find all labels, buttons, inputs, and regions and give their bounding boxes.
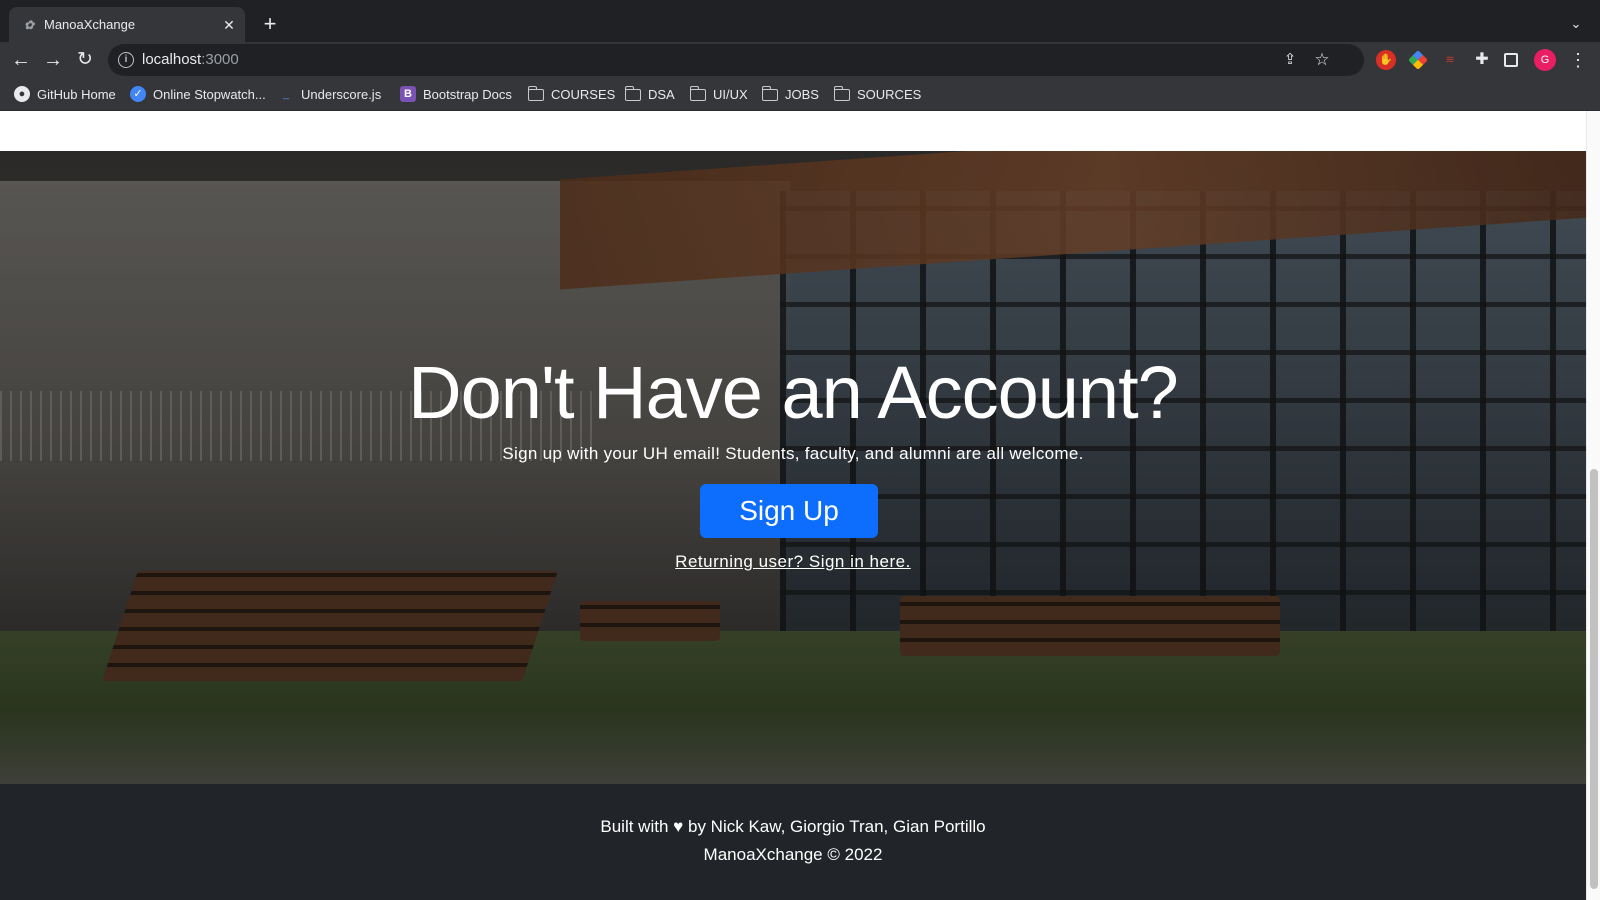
- hero-dark-overlay: [0, 151, 1586, 784]
- underscore-icon: _: [282, 88, 290, 100]
- bookmark-folder-uiux[interactable]: UI/UX: [689, 84, 748, 104]
- url-port: :3000: [201, 51, 239, 68]
- bookmark-label: DSA: [648, 86, 675, 102]
- address-url[interactable]: localhost:3000: [142, 51, 239, 69]
- side-panel-icon[interactable]: [1504, 53, 1518, 67]
- hero-subtitle: Sign up with your UH email! Students, fa…: [502, 444, 1084, 463]
- browser-tab-strip: ✿ ManoaXchange ✕ + ⌄: [0, 0, 1600, 42]
- heart-icon: ♥: [673, 817, 684, 836]
- folder-icon: [833, 86, 850, 101]
- new-tab-button[interactable]: +: [258, 12, 282, 36]
- page-viewport: Don't Have an Account? Sign up with your…: [0, 111, 1600, 900]
- bookmark-star-icon[interactable]: ☆: [1312, 50, 1332, 70]
- folder-icon: [527, 86, 544, 101]
- share-icon[interactable]: ⇪: [1280, 50, 1300, 70]
- page-scrollbar[interactable]: [1586, 111, 1600, 900]
- manoaxchange-favicon-icon: ✿: [23, 18, 35, 32]
- footer-credits: Built with ♥ by Nick Kaw, Giorgio Tran, …: [0, 816, 1586, 838]
- bookmark-folder-jobs[interactable]: JOBS: [761, 84, 819, 104]
- address-bar[interactable]: i localhost:3000 ⇪ ☆: [108, 44, 1364, 76]
- footer-built-with: Built with: [600, 817, 669, 836]
- tab-search-chevron-icon[interactable]: ⌄: [1566, 14, 1586, 34]
- bookmarks-bar: ● GitHub Home ✓ Online Stopwatch... _ Un…: [0, 78, 1600, 111]
- extensions-puzzle-icon[interactable]: ✚: [1472, 50, 1492, 70]
- color-picker-extension-icon[interactable]: [1408, 50, 1428, 70]
- wave-extension-icon[interactable]: ≋: [1440, 50, 1460, 70]
- github-icon: ●: [14, 86, 30, 102]
- bookmark-folder-dsa[interactable]: DSA: [624, 84, 675, 104]
- bookmark-online-stopwatch[interactable]: ✓ Online Stopwatch...: [130, 84, 266, 104]
- check-circle-icon: ✓: [130, 86, 146, 102]
- bookmark-label: Online Stopwatch...: [153, 86, 266, 102]
- sign-in-link[interactable]: Returning user? Sign in here.: [675, 552, 911, 571]
- sign-up-button[interactable]: Sign Up: [700, 484, 878, 538]
- bookmark-bootstrap-docs[interactable]: B Bootstrap Docs: [400, 84, 512, 104]
- folder-icon: [624, 86, 641, 101]
- browser-menu-icon[interactable]: ⋮: [1568, 48, 1588, 72]
- scrollbar-thumb[interactable]: [1590, 469, 1598, 889]
- back-arrow-icon[interactable]: ←: [8, 47, 34, 73]
- browser-toolbar: ← → ↻ i localhost:3000 ⇪ ☆ ✋ ≋ ✚ G ⋮: [0, 42, 1600, 78]
- tab-title: ManoaXchange: [44, 17, 136, 32]
- adblock-extension-icon[interactable]: ✋: [1376, 50, 1396, 70]
- bookmark-label: GitHub Home: [37, 86, 116, 102]
- hero-section: Don't Have an Account? Sign up with your…: [0, 151, 1586, 784]
- bookmark-label: JOBS: [785, 86, 819, 102]
- bookmark-label: Underscore.js: [301, 86, 382, 102]
- sign-in-link-wrapper: Returning user? Sign in here.: [0, 551, 1586, 573]
- bookmark-folder-sources[interactable]: SOURCES: [833, 84, 922, 104]
- profile-avatar[interactable]: G: [1534, 49, 1556, 71]
- bootstrap-icon: B: [400, 86, 416, 102]
- folder-icon: [689, 86, 706, 101]
- browser-tab[interactable]: ✿ ManoaXchange ✕: [9, 7, 245, 42]
- bookmark-folder-courses[interactable]: COURSES: [527, 84, 616, 104]
- close-tab-icon[interactable]: ✕: [219, 15, 239, 35]
- forward-arrow-icon[interactable]: →: [40, 47, 66, 73]
- bookmark-label: UI/UX: [713, 86, 748, 102]
- reload-icon[interactable]: ↻: [72, 47, 98, 73]
- bookmark-label: SOURCES: [857, 86, 922, 102]
- bookmark-underscore[interactable]: _ Underscore.js: [278, 84, 381, 104]
- site-info-icon[interactable]: i: [118, 52, 134, 68]
- footer-authors: by Nick Kaw, Giorgio Tran, Gian Portillo: [687, 817, 986, 836]
- folder-icon: [761, 86, 778, 101]
- page-footer: Built with ♥ by Nick Kaw, Giorgio Tran, …: [0, 784, 1586, 900]
- bookmark-github-home[interactable]: ● GitHub Home: [14, 84, 116, 104]
- footer-copyright: ManoaXchange © 2022: [703, 845, 883, 864]
- bookmark-label: Bootstrap Docs: [423, 86, 512, 102]
- hero-title: Don't Have an Account?: [408, 351, 1179, 434]
- bookmark-label: COURSES: [551, 86, 616, 102]
- url-host: localhost: [142, 51, 202, 68]
